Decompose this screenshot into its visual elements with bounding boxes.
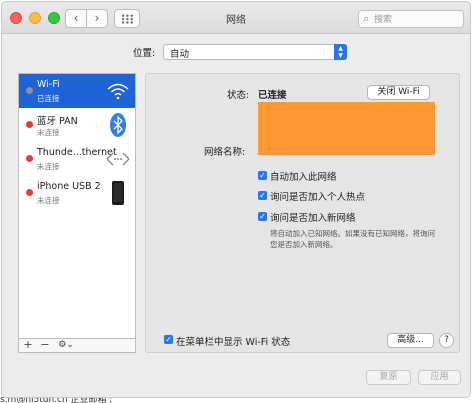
- remove-service-button[interactable]: −: [38, 339, 52, 352]
- ethernet-icon: [106, 152, 130, 166]
- service-status: 未连接: [37, 162, 60, 171]
- service-name: 蓝牙 PAN: [37, 116, 78, 127]
- ask-new-networks-label: 询问是否加入新网络: [270, 213, 356, 224]
- search-field[interactable]: ⌕: [358, 10, 464, 28]
- network-name-redacted-select[interactable]: [258, 102, 435, 155]
- service-status: 未连接: [37, 196, 60, 205]
- help-button[interactable]: ?: [439, 333, 454, 348]
- location-label: 位置:: [133, 48, 156, 59]
- apply-button: 应用: [418, 370, 461, 385]
- updown-arrows-icon: ▲ ▼: [334, 44, 347, 60]
- iphone-icon: [112, 181, 124, 205]
- search-input[interactable]: [374, 13, 458, 26]
- service-actions-gear-button[interactable]: ⚙︎⌄: [55, 339, 77, 352]
- turn-wifi-off-button[interactable]: 关闭 Wi-Fi: [367, 85, 430, 100]
- service-list-toolbar: + − ⚙︎⌄: [18, 338, 136, 353]
- status-value: 已连接: [258, 90, 287, 101]
- hint-line-2: 您是否加入新网络。: [270, 240, 338, 249]
- status-dot: [26, 155, 33, 162]
- auto-join-checkbox[interactable]: ✓: [258, 171, 267, 180]
- show-wifi-in-menu-bar-checkbox[interactable]: ✓: [164, 335, 173, 344]
- service-item-thunderbolt-ethernet[interactable]: Thunde...thernet 未连接: [19, 142, 135, 176]
- ask-new-networks-hint: 将自动加入已知网络。如果没有已知网络，将询问 您是否加入新网络。: [270, 228, 446, 250]
- service-item-iphone-usb[interactable]: iPhone USB 2 未连接: [19, 176, 135, 210]
- search-icon: ⌕: [363, 12, 370, 25]
- location-select[interactable]: 自动 ▲ ▼: [163, 44, 347, 60]
- service-list: Wi-Fi 已连接 蓝牙 PAN 未连接 Thunde...thernet 未连…: [18, 73, 136, 353]
- bluetooth-icon: [110, 113, 126, 137]
- add-service-button[interactable]: +: [21, 339, 35, 352]
- hint-line-1: 将自动加入已知网络。如果没有已知网络，将询问: [270, 229, 435, 238]
- status-dot: [26, 87, 33, 94]
- show-wifi-in-menu-bar-label: 在菜单栏中显示 Wi-Fi 状态: [176, 337, 291, 348]
- service-name: Wi-Fi: [37, 79, 60, 90]
- advanced-button[interactable]: 高级...: [387, 333, 434, 348]
- title-bar: ‹ › 网络 ⌕: [2, 2, 470, 34]
- wifi-icon: [107, 83, 129, 100]
- service-status: 已连接: [37, 94, 60, 103]
- status-label: 状态:: [227, 90, 250, 101]
- status-dot: [26, 189, 33, 196]
- ask-hotspot-checkbox[interactable]: ✓: [258, 191, 267, 200]
- network-preferences-window: ‹ › 网络 ⌕ 位置: 自动 ▲▼ Wi-Fi 已连接 蓝牙 PAN: [1, 1, 471, 398]
- auto-join-label: 自动加入此网络: [270, 172, 337, 183]
- revert-button: 复原: [366, 370, 411, 385]
- service-name: iPhone USB 2: [37, 181, 101, 192]
- service-item-bluetooth-pan[interactable]: 蓝牙 PAN 未连接: [19, 108, 135, 142]
- service-status: 未连接: [37, 128, 60, 137]
- location-value: 自动: [170, 49, 190, 60]
- status-dot: [26, 121, 33, 128]
- service-item-wifi[interactable]: Wi-Fi 已连接: [19, 74, 135, 108]
- network-name-label: 网络名称:: [204, 147, 246, 158]
- ask-new-networks-checkbox[interactable]: ✓: [258, 212, 267, 221]
- ask-hotspot-label: 询问是否加入个人热点: [270, 192, 366, 203]
